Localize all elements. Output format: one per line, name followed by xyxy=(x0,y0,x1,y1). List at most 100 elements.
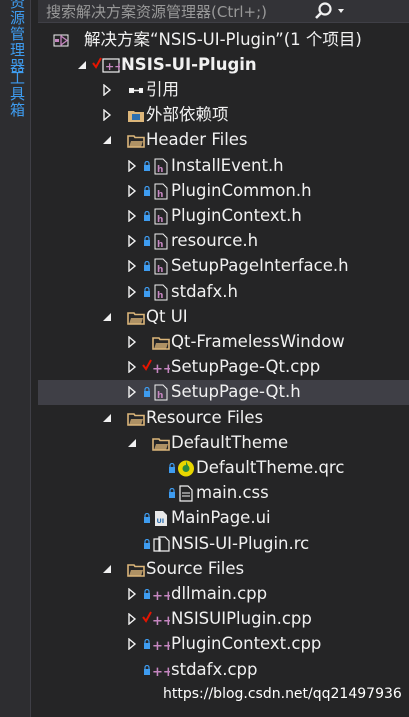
header-file-icon: h xyxy=(152,258,170,275)
tree-item[interactable]: ++ SetupPage-Qt.cpp xyxy=(38,355,409,380)
chevron-right-icon[interactable] xyxy=(126,285,138,298)
pending-change-icon xyxy=(142,611,152,623)
tree-item[interactable]: h PluginCommon.h xyxy=(38,179,409,204)
filter-folder-icon xyxy=(127,309,145,326)
filter-folder-icon xyxy=(127,561,145,578)
chevron-right-icon[interactable] xyxy=(126,159,138,172)
tree-item[interactable]: 引用 xyxy=(38,78,409,103)
header-file-icon: h xyxy=(152,183,170,200)
tree-item[interactable]: h PluginContext.h xyxy=(38,204,409,229)
tree-item-label: resource.h xyxy=(171,231,259,251)
tree-item-label: DefaultTheme.qrc xyxy=(196,457,345,477)
tree-item-label: Source Files xyxy=(146,558,245,578)
tree-item[interactable]: ++ PluginContext.cpp xyxy=(38,632,409,657)
chevron-right-icon[interactable] xyxy=(126,209,138,222)
tree-item-label: NSIS-UI-Plugin xyxy=(121,54,257,74)
svg-text:++: ++ xyxy=(105,60,120,73)
tree-item-label: PluginContext.h xyxy=(171,205,302,225)
references-icon xyxy=(127,82,145,99)
expanded-arrow-icon[interactable] xyxy=(101,412,113,424)
svg-text:h: h xyxy=(157,391,163,401)
solution-icon xyxy=(52,32,70,49)
search-input[interactable]: 搜索解决方案资源管理器(Ctrl+;) xyxy=(46,1,267,22)
cpp-project-icon: ++ xyxy=(102,57,123,74)
tree-item[interactable]: h resource.h xyxy=(38,229,409,254)
tree-item[interactable]: h SetupPageInterface.h xyxy=(38,254,409,279)
tree-item[interactable]: main.css xyxy=(38,481,409,506)
tree-item-label: NSISUIPlugin.cpp xyxy=(171,609,312,629)
tree-item[interactable]: 外部依赖项 xyxy=(38,103,409,128)
tree-item-label: PluginContext.cpp xyxy=(171,634,322,654)
header-file-icon: h xyxy=(152,208,170,225)
tree-item[interactable]: Resource Files xyxy=(38,406,409,431)
tree-item[interactable]: DefaultTheme.qrc xyxy=(38,456,409,481)
side-tab-strip: 资源管理器 工具箱 xyxy=(0,0,31,717)
chevron-right-icon[interactable] xyxy=(126,260,138,273)
expanded-arrow-icon[interactable] xyxy=(101,134,113,146)
tree-item[interactable]: UI MainPage.ui xyxy=(38,506,409,531)
tree-item[interactable]: h InstallEvent.h xyxy=(38,154,409,179)
css-file-icon xyxy=(177,485,195,502)
tree-item-label: dllmain.cpp xyxy=(171,583,268,603)
svg-text:++: ++ xyxy=(152,362,170,376)
tree-item[interactable]: ++ stdafx.cpp xyxy=(38,658,409,683)
svg-text:++: ++ xyxy=(152,639,170,653)
tree-item[interactable]: DefaultTheme xyxy=(38,431,409,456)
expanded-arrow-icon[interactable] xyxy=(76,59,88,71)
tree-item-label: SetupPageInterface.h xyxy=(171,256,349,276)
chevron-right-icon[interactable] xyxy=(126,638,138,651)
tree-item[interactable]: NSIS-UI-Plugin.rc xyxy=(38,532,409,557)
tree-item-label: PluginCommon.h xyxy=(171,180,312,200)
chevron-right-icon[interactable] xyxy=(126,235,138,248)
ui-file-icon: UI xyxy=(152,510,170,527)
search-icon[interactable] xyxy=(314,1,334,21)
tree-item[interactable]: 解决方案“NSIS-UI-Plugin”(1 个项目) xyxy=(38,28,409,53)
header-file-icon: h xyxy=(152,158,170,175)
lock-icon xyxy=(144,513,150,524)
svg-text:h: h xyxy=(157,240,163,250)
expanded-arrow-icon[interactable] xyxy=(126,437,138,449)
svg-text:h: h xyxy=(157,265,163,275)
expanded-arrow-icon[interactable] xyxy=(101,311,113,323)
filter-folder-icon xyxy=(127,132,145,149)
tree-item[interactable]: Source Files xyxy=(38,557,409,582)
external-deps-icon xyxy=(127,107,145,124)
svg-text:h: h xyxy=(157,165,163,175)
tree-item[interactable]: h SetupPage-Qt.h xyxy=(38,380,409,406)
expanded-arrow-icon[interactable] xyxy=(101,563,113,575)
tree-item[interactable]: h stdafx.h xyxy=(38,280,409,305)
tree-item-label: 解决方案“NSIS-UI-Plugin”(1 个项目) xyxy=(84,29,362,49)
chevron-right-icon[interactable] xyxy=(126,587,138,600)
chevron-right-icon[interactable] xyxy=(126,386,138,399)
lock-icon xyxy=(144,664,150,675)
chevron-down-icon[interactable] xyxy=(334,3,348,19)
search-box[interactable]: 搜索解决方案资源管理器(Ctrl+;) xyxy=(38,0,409,23)
chevron-right-icon[interactable] xyxy=(126,335,138,348)
tree-item[interactable]: ++ dllmain.cpp xyxy=(38,582,409,607)
header-file-icon: h xyxy=(152,284,170,301)
cpp-file-icon: ++ xyxy=(152,586,174,604)
lock-icon xyxy=(144,261,150,272)
lock-icon xyxy=(144,160,150,171)
tree-item[interactable]: ++ NSISUIPlugin.cpp xyxy=(38,607,409,632)
tree-item-label: Resource Files xyxy=(146,407,264,427)
chevron-right-icon[interactable] xyxy=(126,613,138,626)
lock-icon xyxy=(144,236,150,247)
tree-item[interactable]: ++ NSIS-UI-Plugin xyxy=(38,53,409,78)
filter-folder-icon xyxy=(152,334,170,351)
tree-item[interactable]: Qt-FramelessWindow xyxy=(38,330,409,355)
side-tab-solution-explorer[interactable]: 资源管理器 xyxy=(7,0,28,74)
chevron-right-icon[interactable] xyxy=(101,83,113,96)
lock-icon xyxy=(144,538,150,549)
tree-item[interactable]: Header Files xyxy=(38,128,409,153)
svg-text:++: ++ xyxy=(152,589,170,603)
side-tab-toolbox[interactable]: 工具箱 xyxy=(7,70,28,118)
tree-item-label: Qt-FramelessWindow xyxy=(171,331,345,351)
tree-item[interactable]: Qt UI xyxy=(38,305,409,330)
svg-text:UI: UI xyxy=(157,517,165,525)
tree-item-label: stdafx.h xyxy=(171,281,238,301)
chevron-right-icon[interactable] xyxy=(126,184,138,197)
chevron-right-icon[interactable] xyxy=(101,109,113,122)
chevron-right-icon[interactable] xyxy=(126,361,138,374)
watermark: https://blog.csdn.net/qq21497936 xyxy=(163,686,402,702)
